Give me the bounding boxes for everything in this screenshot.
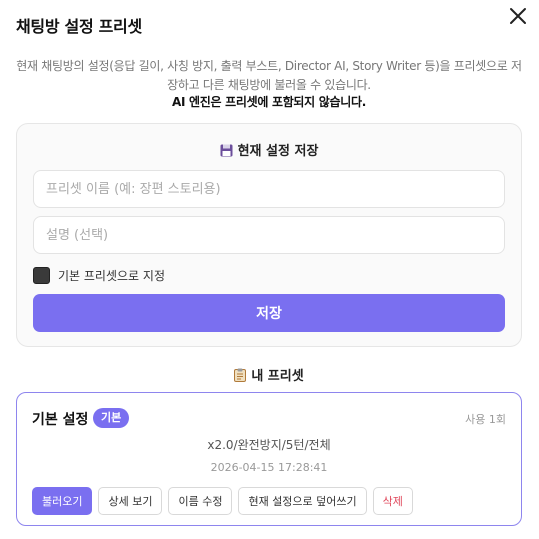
preset-card: 기본 설정 기본 사용 1회 x2.0/완전방지/5턴/전체 2026-04-1… <box>16 392 522 526</box>
save-section-title: 현재 설정 저장 <box>17 140 521 159</box>
clipboard-icon <box>234 368 247 382</box>
modal-title: 채팅방 설정 프리셋 <box>16 17 142 36</box>
overwrite-button[interactable]: 현재 설정으로 덮어쓰기 <box>238 487 367 515</box>
save-section-title-text: 현재 설정 저장 <box>237 144 319 159</box>
save-settings-card: 현재 설정 저장 기본 프리셋으로 지정 저장 <box>16 123 522 347</box>
preset-actions: 불러오기 상세 보기 이름 수정 현재 설정으로 덮어쓰기 삭제 <box>32 487 419 515</box>
rename-button[interactable]: 이름 수정 <box>168 487 233 515</box>
preset-name-input[interactable] <box>33 170 505 208</box>
preset-modal: 채팅방 설정 프리셋 현재 채팅방의 설정(응답 길이, 사칭 방지, 출력 부… <box>0 0 539 539</box>
close-icon[interactable] <box>506 4 530 28</box>
preset-description-input[interactable] <box>33 216 505 254</box>
default-preset-row: 기본 프리셋으로 지정 <box>33 266 165 284</box>
preset-summary: x2.0/완전방지/5턴/전체 <box>207 438 331 452</box>
preset-timestamp: 2026-04-15 17:28:41 <box>210 461 328 474</box>
save-button[interactable]: 저장 <box>33 294 505 332</box>
my-presets-title: 내 프리셋 <box>16 365 522 384</box>
view-details-button[interactable]: 상세 보기 <box>98 487 163 515</box>
modal-note: AI 엔진은 프리셋에 포함되지 않습니다. <box>171 95 367 109</box>
floppy-disk-icon <box>220 144 233 157</box>
load-button[interactable]: 불러오기 <box>32 487 93 515</box>
my-presets-title-text: 내 프리셋 <box>251 369 304 384</box>
usage-count: 사용 1회 <box>465 413 506 426</box>
modal-description: 현재 채팅방의 설정(응답 길이, 사칭 방지, 출력 부스트, Directo… <box>16 59 522 92</box>
delete-button[interactable]: 삭제 <box>372 487 413 515</box>
default-preset-checkbox[interactable] <box>33 266 50 284</box>
default-preset-label: 기본 프리셋으로 지정 <box>58 268 165 283</box>
default-badge: 기본 <box>93 408 130 428</box>
preset-name: 기본 설정 <box>32 412 89 428</box>
